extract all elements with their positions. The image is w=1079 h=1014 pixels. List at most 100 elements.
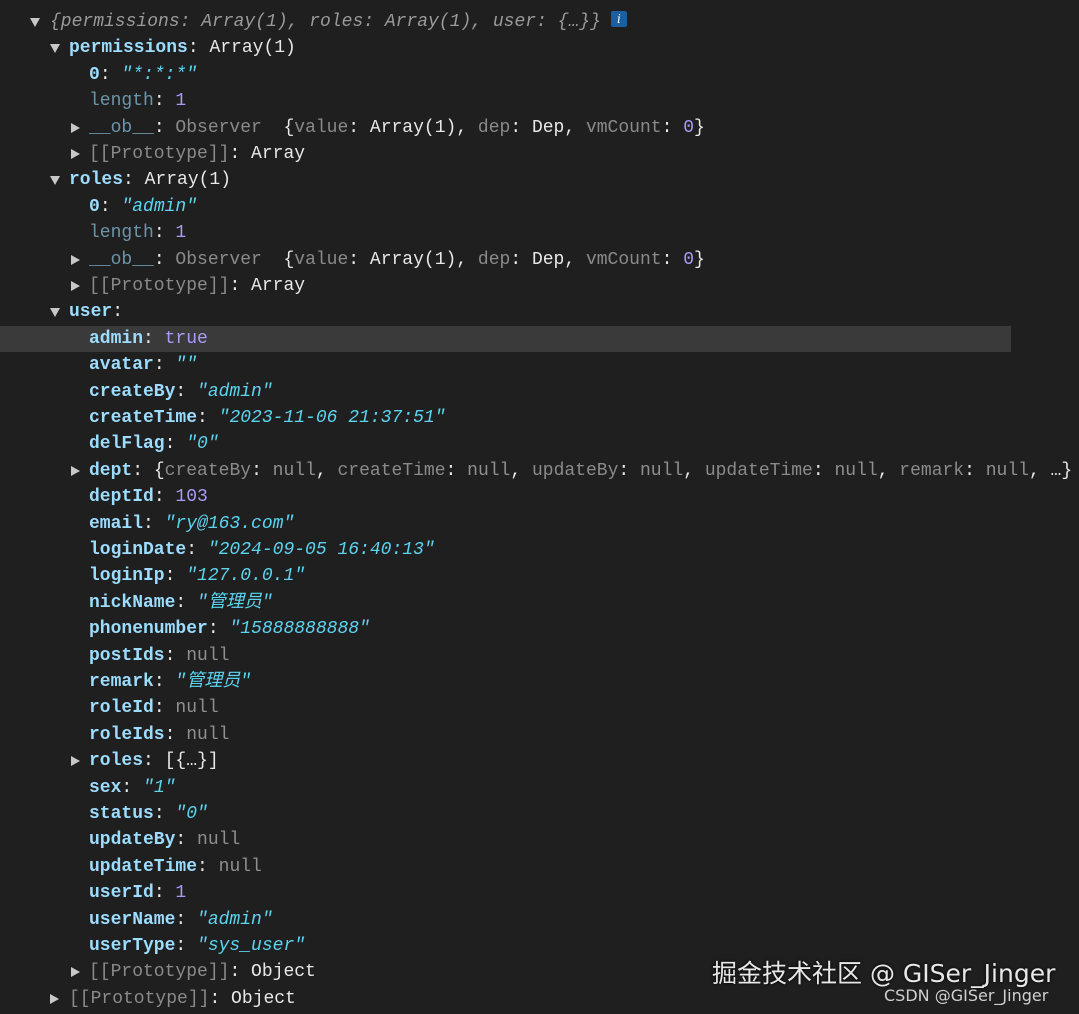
preview-token: : [348,117,370,138]
property-key: updateTime [89,856,198,877]
property-key: createTime [89,408,198,428]
tree-row[interactable]: permissions: Array(1) [0,35,1079,61]
row-content: sex: "1" [89,775,175,801]
tree-row[interactable]: roles: Array(1) [0,167,1079,193]
preview-token: : [510,117,532,138]
tree-row: avatar: "" [0,352,1079,378]
key-separator: : [112,302,124,323]
collapsed-triangle-icon[interactable] [71,756,80,767]
tree-row: userId: 1 [0,880,1079,906]
tree-row[interactable]: [[Prototype]]: Array [0,141,1079,167]
property-value: Array(1) [144,170,232,191]
property-value: "admin" [197,381,273,402]
collapsed-triangle-icon[interactable] [71,149,80,159]
preview-token: 0 [683,249,694,270]
key-separator: : [175,936,198,956]
tree-row[interactable]: roles: [{…}] [0,748,1079,774]
preview-token: , …} [1028,460,1073,481]
row-content: __ob__: Observer {value: Array(1), dep: … [89,115,705,141]
property-key: [[Prototype]] [69,988,210,1009]
collapsed-triangle-icon[interactable] [71,254,80,265]
preview-token: null [467,460,511,481]
tree-row[interactable]: __ob__: Observer {value: Array(1), dep: … [0,247,1079,273]
tree-row[interactable]: dept: {createBy: null, createTime: null,… [0,458,1079,484]
row-content: 0: "admin" [89,194,197,220]
property-key: [[Prototype]] [89,144,230,164]
key-separator: : [164,724,187,745]
property-key: userId [89,883,154,904]
property-value: "15888888888" [229,619,370,640]
key-separator: : [153,804,176,824]
collapsed-triangle-icon[interactable] [71,122,80,133]
tree-row: createBy: "admin" [0,379,1079,405]
collapsed-triangle-icon[interactable] [71,465,80,476]
watermark-juejin: 掘金技术社区 @ GISer_Jinger [712,959,1056,988]
key-separator: : [123,170,145,191]
collapsed-triangle-icon[interactable] [71,967,80,978]
property-value: "2023-11-06 21:37:51" [218,408,446,428]
tree-row: updateBy: null [0,827,1079,853]
property-value: Array(1) [209,38,296,59]
preview-token: , [456,117,478,138]
preview-token: Array(1) [369,117,457,138]
row-content: roles: Array(1) [69,167,231,193]
key-separator: : [175,381,198,402]
property-value: true [164,328,208,349]
expanded-triangle-icon[interactable] [50,44,60,54]
row-content: [[Prototype]]: Array [89,141,305,167]
row-content: [[Prototype]]: Object [69,986,296,1012]
preview-token: null [834,460,878,481]
tree-row: createTime: "2023-11-06 21:37:51" [0,405,1079,431]
preview-token: , [510,460,532,481]
preview-token: dep [477,117,511,138]
preview-token: : [510,249,532,270]
property-value: "2024-09-05 16:40:13" [207,540,435,560]
property-key: permissions [69,38,188,59]
collapsed-triangle-icon[interactable] [71,281,80,291]
preview-token: : [251,460,273,481]
property-value: Object [231,988,296,1009]
key-separator: : [229,144,252,164]
row-content: updateBy: null [89,827,240,853]
expanded-triangle-icon[interactable] [30,18,40,27]
info-icon[interactable]: i [610,11,627,28]
preview-token: Array(1) [369,249,457,270]
property-value: "ry@163.com" [164,513,295,534]
expanded-triangle-icon[interactable] [50,308,60,318]
key-separator: : [164,566,187,587]
key-separator: : [229,962,252,983]
tree-row[interactable]: user: [0,299,1079,325]
property-key: loginIp [89,566,165,587]
row-content: postIds: null [89,643,229,669]
tree-row: admin: true [0,325,1011,353]
property-key: phonenumber [89,619,208,640]
property-value: null [197,830,241,851]
expanded-triangle-icon[interactable] [50,176,60,186]
preview-token: createBy [164,460,252,481]
tree-row: sex: "1" [0,775,1079,801]
object-preview[interactable]: {permissions: Array(1), roles: Array(1),… [50,12,601,32]
preview-token: : [661,249,684,270]
tree-row: remark: "管理员" [0,669,1079,695]
console-log-entry[interactable]: {permissions: Array(1), roles: Array(1),… [0,9,1079,35]
collapsed-triangle-icon[interactable] [50,993,59,1004]
property-value: Array [251,276,306,296]
preview-token: value [294,249,349,270]
key-separator: : [229,276,252,296]
tree-row[interactable]: [[Prototype]]: Array [0,273,1079,299]
property-key: status [89,804,154,824]
preview-token: Dep [531,249,565,270]
property-value: "管理员" [197,592,273,613]
row-content: loginDate: "2024-09-05 16:40:13" [89,537,435,563]
preview-token: , [683,460,705,481]
property-key: sex [89,777,122,798]
key-separator: : [209,988,232,1009]
property-key: createBy [89,381,176,402]
preview-token: null [985,460,1029,481]
property-value: "" [175,355,198,376]
property-key: userName [89,909,176,930]
tree-row[interactable]: __ob__: Observer {value: Array(1), dep: … [0,115,1079,141]
tree-row: 0: "admin" [0,194,1079,220]
preview-token: : [348,249,370,270]
preview-token: } [694,249,705,270]
